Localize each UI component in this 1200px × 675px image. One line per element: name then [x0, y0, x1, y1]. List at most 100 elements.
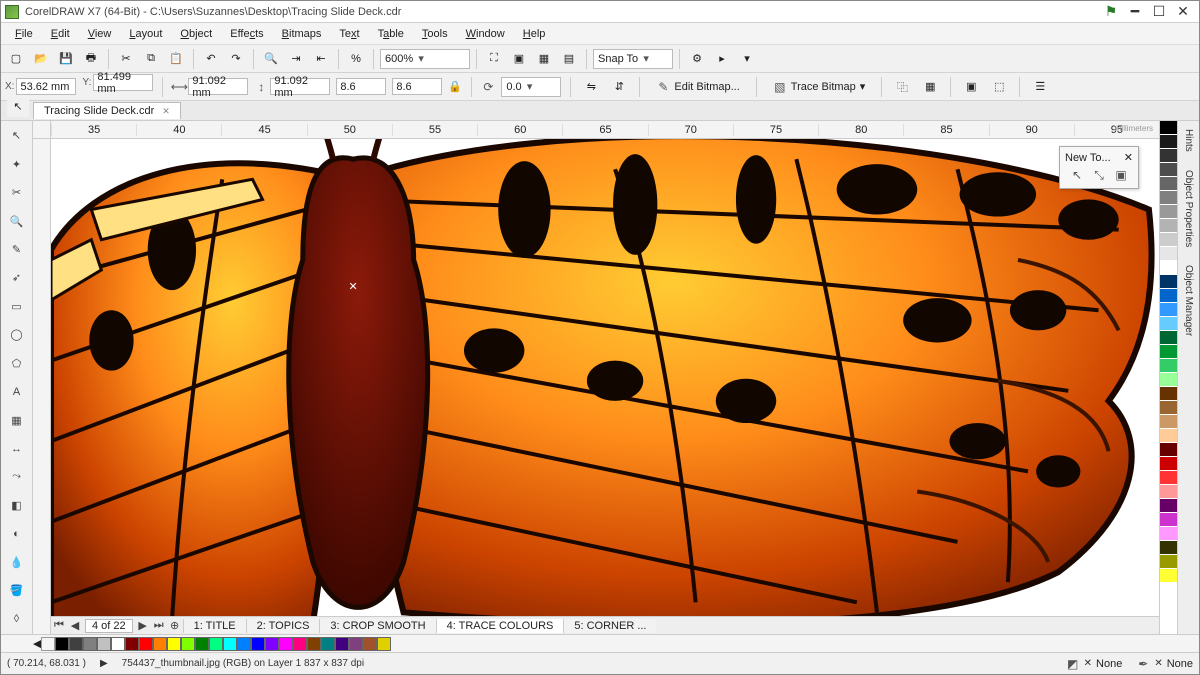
import-icon[interactable]: ⇥	[285, 48, 307, 70]
paste-icon[interactable]: 📋	[165, 48, 187, 70]
color-swatch[interactable]	[1160, 261, 1177, 275]
fill-tool-icon[interactable]: 🪣	[6, 580, 28, 601]
page-add-icon[interactable]: ⊕	[167, 619, 183, 632]
doc-color-swatch[interactable]	[181, 637, 195, 651]
rotation-field[interactable]: 0.0▾	[501, 77, 561, 97]
rulers-icon[interactable]: ▦	[533, 48, 555, 70]
pick-cursor-icon[interactable]: ↖	[7, 95, 29, 117]
smart-tool-icon[interactable]: ➶	[6, 267, 28, 288]
menu-view[interactable]: View	[80, 26, 120, 42]
doc-color-swatch[interactable]	[251, 637, 265, 651]
menu-text[interactable]: Text	[331, 26, 367, 42]
menu-edit[interactable]: Edit	[43, 26, 78, 42]
color-swatch[interactable]	[1160, 149, 1177, 163]
menu-help[interactable]: Help	[515, 26, 554, 42]
wrap-text-icon[interactable]: ▣	[960, 76, 982, 98]
align-icon[interactable]: ☰	[1029, 76, 1051, 98]
doc-color-swatch[interactable]	[307, 637, 321, 651]
save-icon[interactable]: 💾	[55, 48, 77, 70]
doc-color-swatch[interactable]	[223, 637, 237, 651]
outline-tool-icon[interactable]: ◊	[6, 608, 28, 629]
quick-icon[interactable]: ⚑	[1099, 3, 1123, 21]
menu-file[interactable]: File	[7, 26, 41, 42]
order-icon[interactable]: ⬚	[988, 76, 1010, 98]
edit-bitmap-button[interactable]: ✎Edit Bitmap...	[649, 76, 746, 98]
color-swatch[interactable]	[1160, 219, 1177, 233]
doc-color-swatch[interactable]	[321, 637, 335, 651]
dimension-tool-icon[interactable]: ↔	[6, 438, 28, 459]
menu-tools[interactable]: Tools	[414, 26, 456, 42]
menu-bitmaps[interactable]: Bitmaps	[274, 26, 330, 42]
docker-hints[interactable]: Hints	[1183, 129, 1194, 152]
doc-color-swatch[interactable]	[279, 637, 293, 651]
doc-color-swatch[interactable]	[293, 637, 307, 651]
page-tab[interactable]: 5: CORNER ...	[563, 619, 656, 633]
launcher-icon[interactable]: ▸	[711, 48, 733, 70]
lock-ratio-icon[interactable]: 🔒	[448, 80, 462, 94]
color-swatch[interactable]	[1160, 513, 1177, 527]
docker-object-manager[interactable]: Object Manager	[1183, 265, 1194, 336]
color-swatch[interactable]	[1160, 527, 1177, 541]
page-next-icon[interactable]: ▶	[135, 619, 151, 632]
zoom-combo[interactable]: 600%▾	[380, 49, 470, 69]
color-swatch[interactable]	[1160, 429, 1177, 443]
close-flyout-icon[interactable]: ✕	[1124, 151, 1133, 164]
color-swatch[interactable]	[1160, 499, 1177, 513]
mirror-h-icon[interactable]: ⇋	[580, 76, 602, 98]
page-tab[interactable]: 3: CROP SMOOTH	[319, 619, 435, 633]
color-swatch[interactable]	[1160, 471, 1177, 485]
text-tool-icon[interactable]: A	[6, 381, 28, 402]
doc-color-swatch[interactable]	[139, 637, 153, 651]
nav-icon[interactable]: ▶	[100, 658, 108, 669]
grid-icon[interactable]: ▤	[558, 48, 580, 70]
color-swatch[interactable]	[1160, 359, 1177, 373]
ruler-horizontal[interactable]: 35404550556065707580859095 millimeters	[51, 121, 1159, 139]
ruler-origin[interactable]	[33, 121, 51, 139]
export-icon[interactable]: ⇤	[310, 48, 332, 70]
color-swatch[interactable]	[1160, 457, 1177, 471]
crop-tool-icon[interactable]: ✂	[6, 182, 28, 203]
color-swatch[interactable]	[1160, 177, 1177, 191]
search-icon[interactable]: 🔍	[260, 48, 282, 70]
scale-x-field[interactable]: 8.6	[336, 78, 386, 95]
doc-color-swatch[interactable]	[237, 637, 251, 651]
rectangle-tool-icon[interactable]: ▭	[6, 296, 28, 317]
fullscreen-icon[interactable]: ⛶	[483, 48, 505, 70]
doc-tab-active[interactable]: Tracing Slide Deck.cdr✕	[33, 102, 181, 119]
color-swatch[interactable]	[1160, 121, 1177, 135]
pick-tool-icon[interactable]: ↖	[6, 125, 28, 146]
snap-combo[interactable]: Snap To▾	[593, 49, 673, 69]
redo-icon[interactable]: ↷	[225, 48, 247, 70]
color-swatch[interactable]	[1160, 317, 1177, 331]
page-counter[interactable]: 4 of 22	[85, 619, 133, 633]
color-swatch[interactable]	[1160, 387, 1177, 401]
color-swatch[interactable]	[1160, 345, 1177, 359]
color-swatch[interactable]	[1160, 289, 1177, 303]
cut-icon[interactable]: ✂	[115, 48, 137, 70]
transparency-tool-icon[interactable]: ◐	[6, 523, 28, 544]
device-icon[interactable]: ▾	[736, 48, 758, 70]
page-tab[interactable]: 2: TOPICS	[246, 619, 320, 633]
docker-object-properties[interactable]: Object Properties	[1183, 170, 1194, 247]
doc-color-swatch[interactable]	[363, 637, 377, 651]
doc-color-swatch[interactable]	[97, 637, 111, 651]
flyout-tool-3-icon[interactable]: ▣	[1114, 168, 1128, 182]
resample-icon[interactable]: ▦	[919, 76, 941, 98]
menu-table[interactable]: Table	[370, 26, 412, 42]
no-color-swatch[interactable]	[41, 637, 55, 651]
color-swatch[interactable]	[1160, 443, 1177, 457]
doc-color-swatch[interactable]	[167, 637, 181, 651]
eyedropper-tool-icon[interactable]: 💧	[6, 552, 28, 573]
outline-indicator[interactable]: ✒✕ None	[1136, 657, 1193, 671]
publish-icon[interactable]: %	[345, 48, 367, 70]
pos-y-field[interactable]: 81.499 mm	[93, 74, 153, 91]
color-swatch[interactable]	[1160, 331, 1177, 345]
doc-color-swatch[interactable]	[153, 637, 167, 651]
color-swatch[interactable]	[1160, 205, 1177, 219]
polygon-tool-icon[interactable]: ⬠	[6, 353, 28, 374]
effects-tool-icon[interactable]: ◧	[6, 495, 28, 516]
scale-y-field[interactable]: 8.6	[392, 78, 442, 95]
doc-color-swatch[interactable]	[69, 637, 83, 651]
copy-icon[interactable]: ⧉	[140, 48, 162, 70]
new-icon[interactable]: ▢	[5, 48, 27, 70]
